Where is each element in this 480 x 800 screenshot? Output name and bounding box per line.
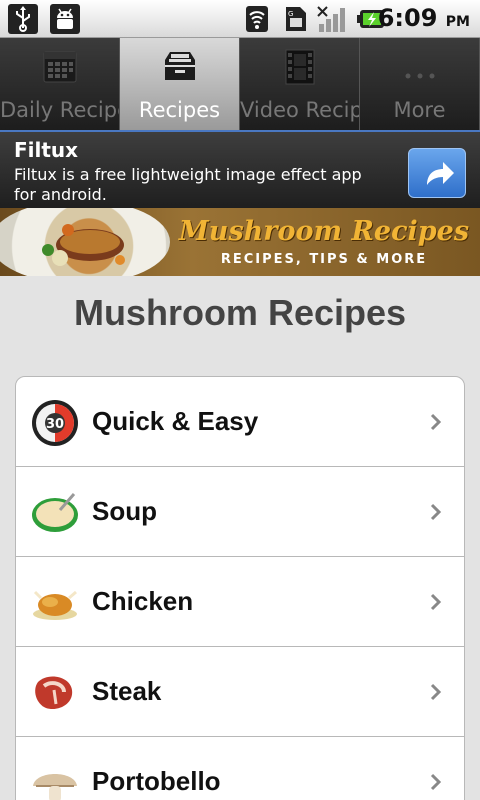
timer-30-icon: 30 [30, 398, 80, 448]
chevron-right-icon [430, 503, 442, 521]
list-item-chicken[interactable]: Chicken [16, 557, 464, 647]
usb-icon [8, 4, 38, 34]
calendar-icon [42, 46, 78, 86]
tab-more[interactable]: More [360, 38, 480, 130]
tab-label: Daily Recipes [0, 98, 119, 122]
list-item-label: Soup [92, 496, 157, 526]
tab-label: Video Recipe [240, 98, 359, 122]
mushroom-icon [30, 758, 80, 800]
list-item-portobello[interactable]: Portobello [16, 737, 464, 800]
ad-text: Filtux is a free lightweight image effec… [14, 165, 362, 204]
svg-text:30: 30 [46, 417, 64, 432]
list-item-label: Portobello [92, 766, 221, 796]
header-banner: Mushroom Recipes RECIPES, TIPS & MORE [0, 208, 480, 276]
tab-label: Recipes [138, 98, 221, 122]
tab-bar: Daily Recipes Recipes Video Recipe More [0, 38, 480, 130]
list-item-label: Quick & Easy [92, 406, 259, 436]
recipe-box-icon [162, 46, 198, 86]
roast-chicken-icon [30, 578, 80, 628]
list-item-soup[interactable]: Soup [16, 467, 464, 557]
chevron-right-icon [430, 683, 442, 701]
android-debug-icon [50, 4, 80, 34]
signal-icon [316, 4, 346, 34]
ad-banner[interactable]: Filtux Filtux is a free lightweight imag… [0, 130, 480, 208]
soup-bowl-icon [30, 488, 80, 538]
list-item-label: Chicken [92, 586, 194, 616]
steak-icon [30, 668, 80, 718]
banner-title: Mushroom Recipes [178, 216, 470, 247]
chevron-right-icon [430, 413, 442, 431]
chevron-right-icon [430, 773, 442, 791]
wifi-icon [242, 4, 272, 34]
clock-ampm: PM [445, 14, 470, 30]
tab-label: More [393, 98, 446, 122]
page-title: Mushroom Recipes [73, 292, 407, 333]
clock: 6:09 PM [378, 4, 470, 32]
banner-subtitle: RECIPES, TIPS & MORE [220, 252, 428, 267]
share-arrow-icon [427, 162, 454, 185]
list-item-label: Steak [92, 676, 162, 706]
tab-video-recipe[interactable]: Video Recipe [240, 38, 360, 130]
svg-text:G: G [288, 10, 293, 18]
film-icon [282, 46, 318, 86]
list-item-quick-easy[interactable]: 30 Quick & Easy [16, 377, 464, 467]
list-item-steak[interactable]: Steak [16, 647, 464, 737]
ad-title: Filtux [14, 138, 79, 162]
ad-open-button[interactable] [408, 148, 466, 198]
more-dots-icon [402, 46, 438, 86]
tab-daily-recipes[interactable]: Daily Recipes [0, 38, 120, 130]
chevron-right-icon [430, 593, 442, 611]
category-list: 30 Quick & Easy Soup Chicken Steak Porto… [15, 376, 465, 800]
status-bar: G 6:09 PM [0, 0, 480, 38]
clock-time: 6:09 [377, 4, 438, 32]
sim-icon: G [280, 4, 310, 34]
tab-recipes[interactable]: Recipes [120, 38, 240, 130]
food-plate-image [0, 208, 170, 276]
